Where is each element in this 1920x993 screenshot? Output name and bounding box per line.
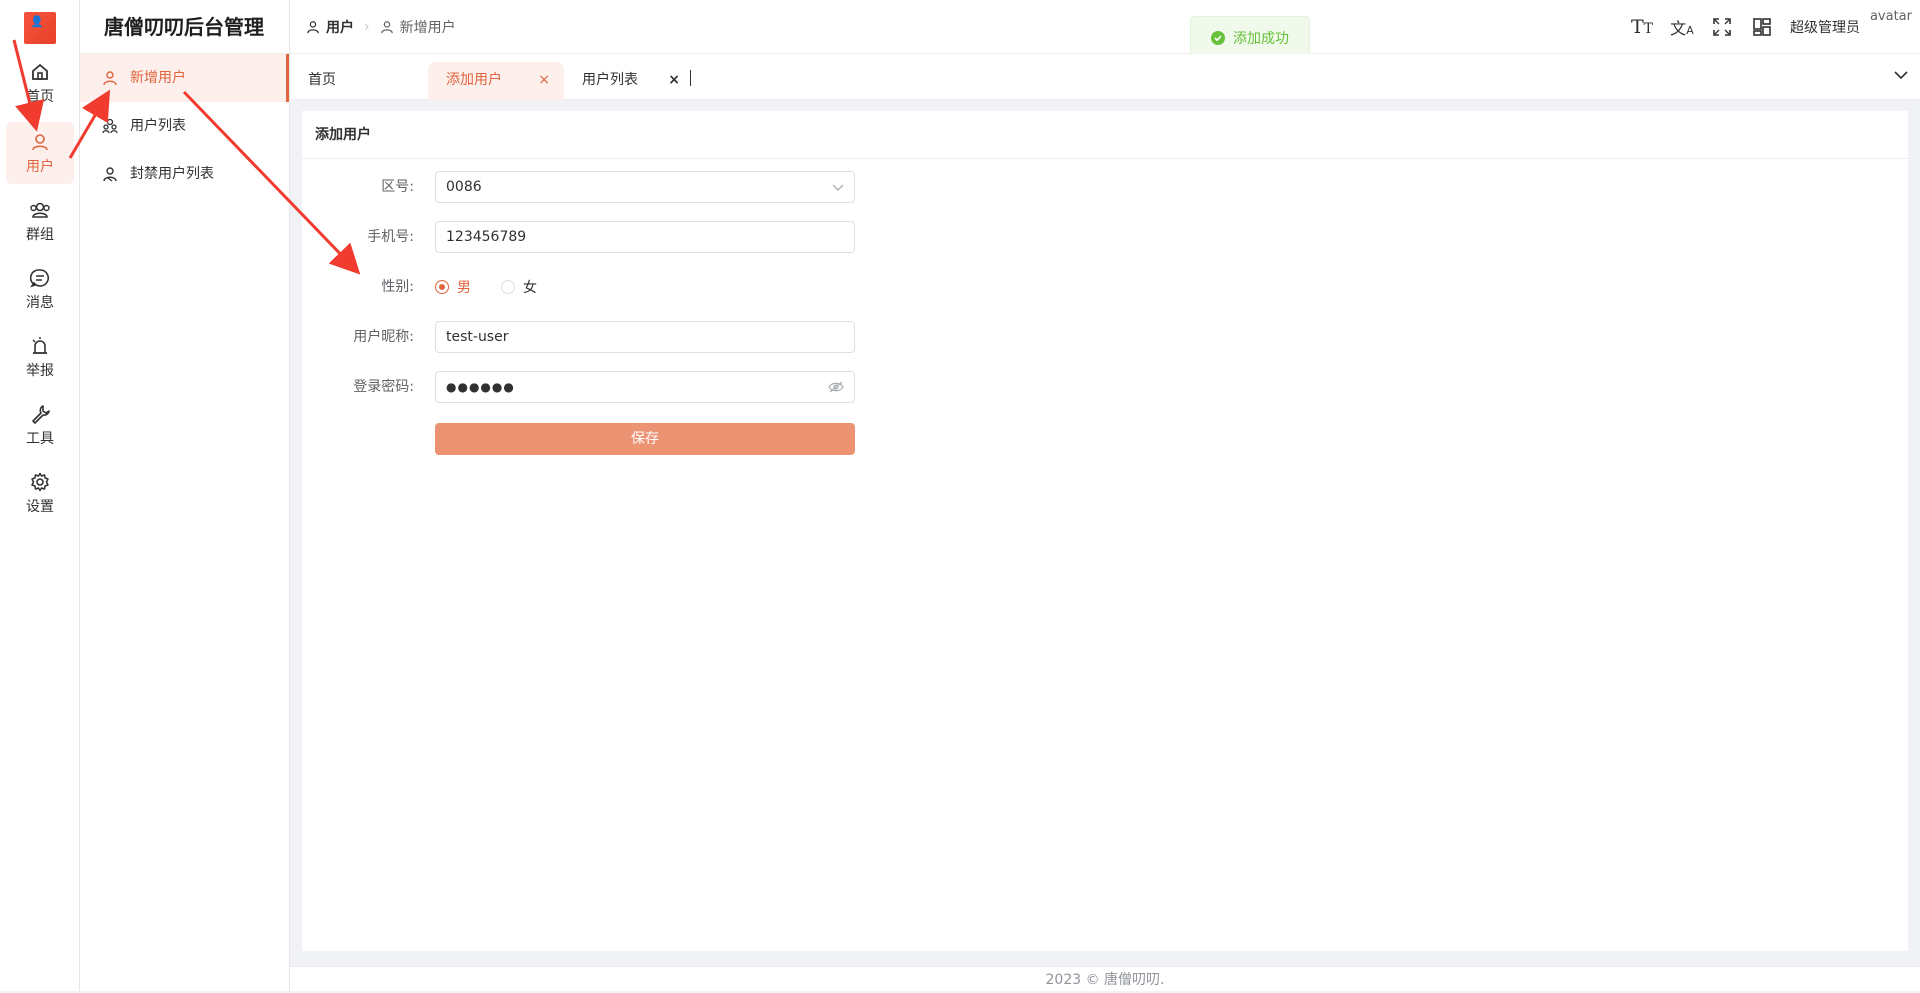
form-row-gender: 性别: 男 女 — [302, 271, 1202, 303]
alarm-icon — [32, 337, 47, 354]
message-icon — [30, 269, 49, 288]
app-logo: 👤 — [24, 12, 56, 44]
area-code-label: 区号: — [381, 179, 414, 195]
users-icon — [102, 118, 118, 134]
rail-item-label: 群组 — [26, 227, 54, 243]
eye-off-icon[interactable] — [828, 380, 844, 394]
tab-label: 添加用户 — [446, 72, 502, 88]
check-circle-icon — [1211, 31, 1225, 45]
fullscreen-icon — [1713, 18, 1731, 36]
phone-value: 123456789 — [446, 229, 527, 245]
breadcrumb-label: 用户 — [326, 20, 354, 36]
rail-item-user[interactable]: 用户 — [6, 122, 74, 184]
submenu-item-banned-users[interactable]: 封禁用户列表 — [80, 150, 289, 198]
submenu-item-label: 用户列表 — [130, 118, 186, 134]
rail-item-label: 用户 — [26, 159, 54, 175]
phone-input[interactable]: 123456789 — [435, 221, 855, 253]
save-button[interactable]: 保存 — [435, 423, 855, 455]
form-row-nickname: 用户昵称: test-user — [302, 321, 1202, 353]
tab-label: 首页 — [308, 72, 336, 88]
nickname-input[interactable]: test-user — [435, 321, 855, 353]
layout-icon — [1753, 18, 1771, 36]
gender-radio-group: 男 女 — [435, 271, 567, 303]
rail-item-label: 工具 — [26, 431, 54, 447]
header-tools: TT 文A 超级管理员 avatar — [1622, 0, 1920, 54]
toast-message: 添加成功 — [1233, 31, 1289, 47]
radio-unchecked-icon — [501, 280, 515, 294]
radio-label: 女 — [523, 280, 537, 296]
footer: 2023 © 唐僧叨叨. — [290, 966, 1920, 991]
form-row-phone: 手机号: 123456789 — [302, 221, 1202, 253]
form-row-area-code: 区号: 0086 — [302, 171, 1202, 203]
user-ban-icon — [103, 167, 117, 182]
breadcrumb-item-user[interactable]: 用户 — [306, 17, 354, 37]
gender-radio-female[interactable]: 女 — [501, 277, 537, 297]
area-code-select[interactable]: 0086 — [435, 171, 855, 203]
tab-bar: 首页 添加用户 × 用户列表 × — [290, 54, 1920, 100]
rail-item-message[interactable]: 消息 — [6, 258, 74, 320]
language-button[interactable]: 文A — [1662, 0, 1702, 54]
user-icon — [307, 21, 319, 34]
home-icon — [32, 63, 48, 80]
wrench-icon — [32, 405, 50, 424]
top-bar: 用户 › 新增用户 添加成功 TT 文A 超级管理员 avatar — [290, 0, 1920, 60]
password-value: ●●●●●● — [446, 380, 515, 394]
layout-button[interactable] — [1742, 0, 1782, 54]
radio-checked-icon — [435, 280, 449, 294]
user-add-icon — [103, 71, 117, 86]
tab-add-user[interactable]: 添加用户 × — [428, 62, 564, 100]
group-icon — [30, 202, 50, 218]
card-title: 添加用户 — [302, 111, 1908, 159]
chevron-down-icon — [832, 184, 844, 191]
nickname-label: 用户昵称: — [353, 329, 414, 345]
rail-item-label: 举报 — [26, 363, 54, 379]
font-size-icon: TT — [1630, 16, 1653, 38]
close-icon[interactable]: × — [538, 62, 550, 98]
rail-item-home[interactable]: 首页 — [6, 52, 74, 114]
breadcrumb-item-add-user: 新增用户 — [380, 17, 456, 37]
avatar[interactable]: avatar — [1870, 9, 1912, 24]
area-code-value: 0086 — [446, 179, 482, 195]
tab-divider — [690, 70, 691, 86]
rail-item-settings[interactable]: 设置 — [6, 462, 74, 524]
gender-radio-male[interactable]: 男 — [435, 277, 471, 297]
breadcrumb-label: 新增用户 — [399, 20, 456, 36]
rail-item-report[interactable]: 举报 — [6, 326, 74, 388]
tab-user-list[interactable]: 用户列表 × — [564, 62, 694, 100]
gender-label: 性别: — [381, 279, 414, 295]
user-icon — [32, 134, 48, 151]
app-title: 唐僧叨叨后台管理 — [80, 0, 289, 54]
fullscreen-button[interactable] — [1702, 0, 1742, 54]
submenu-item-add-user[interactable]: 新增用户 — [80, 54, 289, 102]
rail-item-group[interactable]: 群组 — [6, 190, 74, 252]
breadcrumb: 用户 › 新增用户 — [306, 0, 456, 54]
rail-item-label: 消息 — [26, 295, 54, 311]
logo-icon: 👤 — [30, 15, 44, 28]
radio-label: 男 — [457, 280, 471, 296]
rail-item-label: 首页 — [26, 89, 54, 105]
rail-item-tools[interactable]: 工具 — [6, 394, 74, 456]
user-add-icon — [380, 21, 393, 34]
rail-item-label: 设置 — [26, 499, 54, 515]
close-icon[interactable]: × — [668, 62, 680, 98]
gear-icon — [31, 472, 49, 492]
password-label: 登录密码: — [353, 379, 414, 395]
chevron-down-icon[interactable] — [1894, 68, 1908, 82]
submenu: 唐僧叨叨后台管理 新增用户 用户列表 封禁用户列表 — [80, 0, 290, 991]
phone-label: 手机号: — [367, 229, 414, 245]
nickname-value: test-user — [446, 329, 509, 345]
chevron-right-icon: › — [364, 19, 370, 35]
submenu-item-label: 新增用户 — [130, 70, 186, 86]
tab-home[interactable]: 首页 — [290, 62, 420, 100]
submenu-item-user-list[interactable]: 用户列表 — [80, 102, 289, 150]
add-user-card: 添加用户 区号: 0086 手机号: 123456789 性别: 男 女 用户昵… — [302, 111, 1908, 951]
font-size-button[interactable]: TT — [1622, 0, 1662, 54]
submenu-item-label: 封禁用户列表 — [130, 166, 214, 182]
translate-icon: 文A — [1670, 19, 1694, 38]
tab-label: 用户列表 — [582, 72, 638, 88]
user-name[interactable]: 超级管理员 — [1790, 17, 1860, 37]
icon-rail: 👤 首页 用户 群组 消息 举报 工具 设置 — [0, 0, 80, 991]
form-row-password: 登录密码: ●●●●●● — [302, 371, 1202, 403]
password-input[interactable]: ●●●●●● — [435, 371, 855, 403]
